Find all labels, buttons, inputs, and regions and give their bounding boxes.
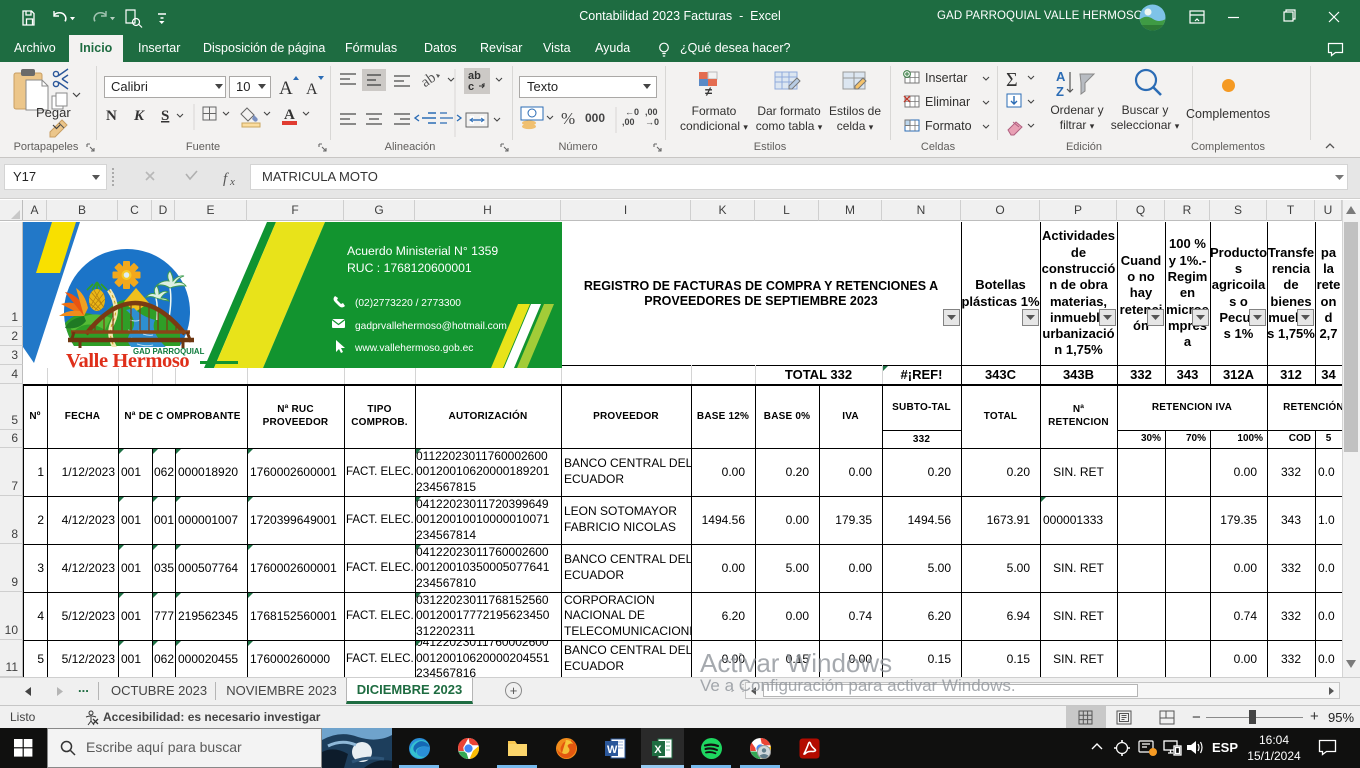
svg-text:c: c (468, 81, 474, 93)
svg-text:A: A (284, 107, 295, 123)
svg-text:Σ: Σ (1006, 69, 1018, 91)
svg-text:←0: ←0 (625, 107, 639, 117)
svg-text:Valle Hermoso: Valle Hermoso (66, 350, 189, 372)
svg-text:Z: Z (1056, 84, 1064, 99)
svg-text:f: f (223, 171, 229, 187)
svg-text:,00: ,00 (622, 117, 635, 127)
svg-text:RUC : 1768120600001: RUC : 1768120600001 (347, 261, 472, 275)
svg-text:%: % (561, 109, 575, 128)
svg-text:(02)2773220 / 2773300: (02)2773220 / 2773300 (355, 298, 461, 309)
svg-text:www.vallehermoso.gob.ec: www.vallehermoso.gob.ec (354, 343, 473, 354)
svg-text:000: 000 (585, 111, 605, 125)
svg-text:gadprvallehermoso@hotmail.com: gadprvallehermoso@hotmail.com (355, 321, 507, 332)
svg-text:N: N (106, 108, 117, 124)
svg-text:X: X (654, 744, 662, 756)
svg-text:→0: →0 (645, 117, 659, 127)
svg-text:ab: ab (418, 70, 439, 91)
svg-text:x: x (229, 176, 235, 188)
svg-text:K: K (133, 108, 145, 124)
svg-text:S: S (161, 108, 169, 124)
svg-text:≠: ≠ (705, 84, 712, 98)
svg-text:A: A (1056, 69, 1066, 84)
svg-text:A: A (279, 78, 293, 99)
svg-text:Acuerdo Ministerial N° 1359: Acuerdo Ministerial N° 1359 (347, 244, 498, 258)
svg-text:W: W (607, 744, 618, 756)
svg-text:A: A (306, 81, 318, 98)
svg-text:,00: ,00 (645, 107, 658, 117)
